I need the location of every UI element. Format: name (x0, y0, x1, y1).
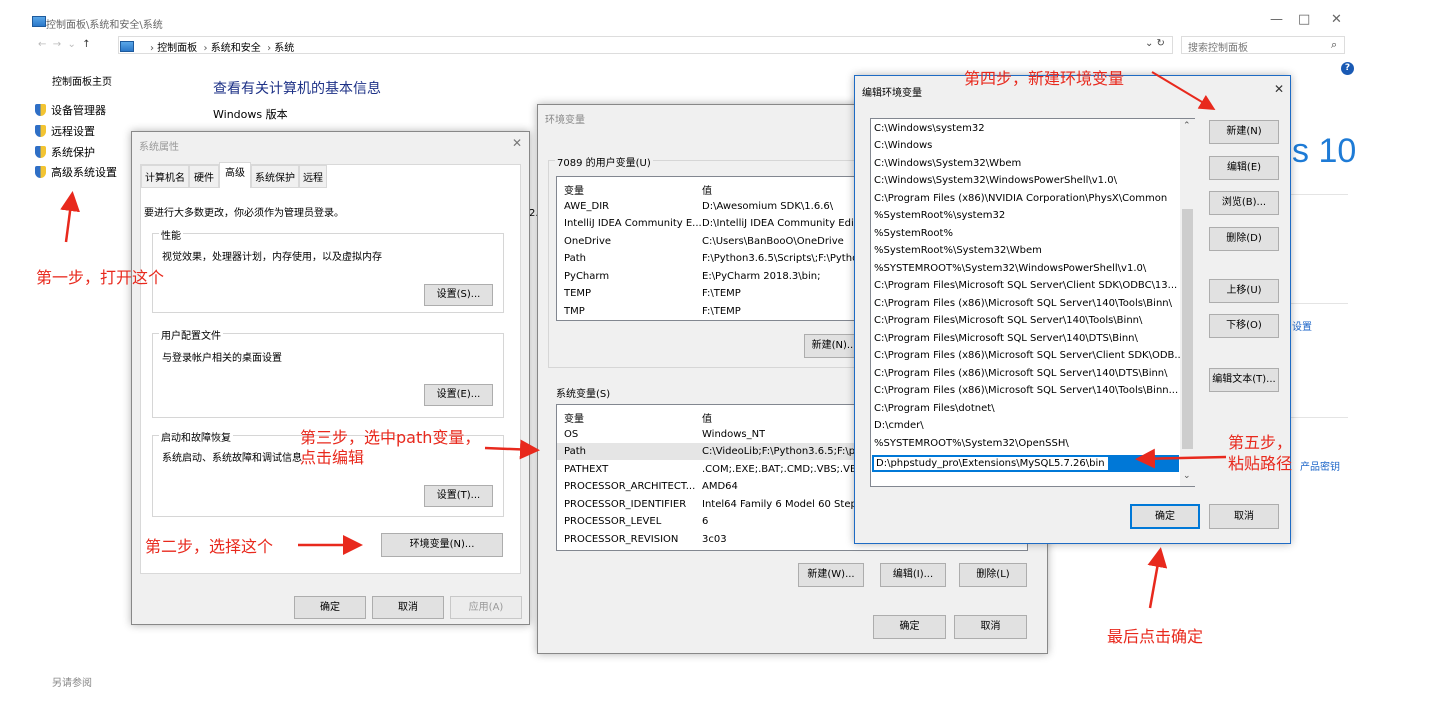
arrow-step3 (484, 439, 540, 460)
annotation-arrows (60, 71, 1227, 609)
arrow-step1 (60, 191, 80, 243)
arrow-step4 (1151, 71, 1216, 111)
arrow-step5 (1135, 448, 1227, 469)
arrow-final (1147, 547, 1168, 609)
